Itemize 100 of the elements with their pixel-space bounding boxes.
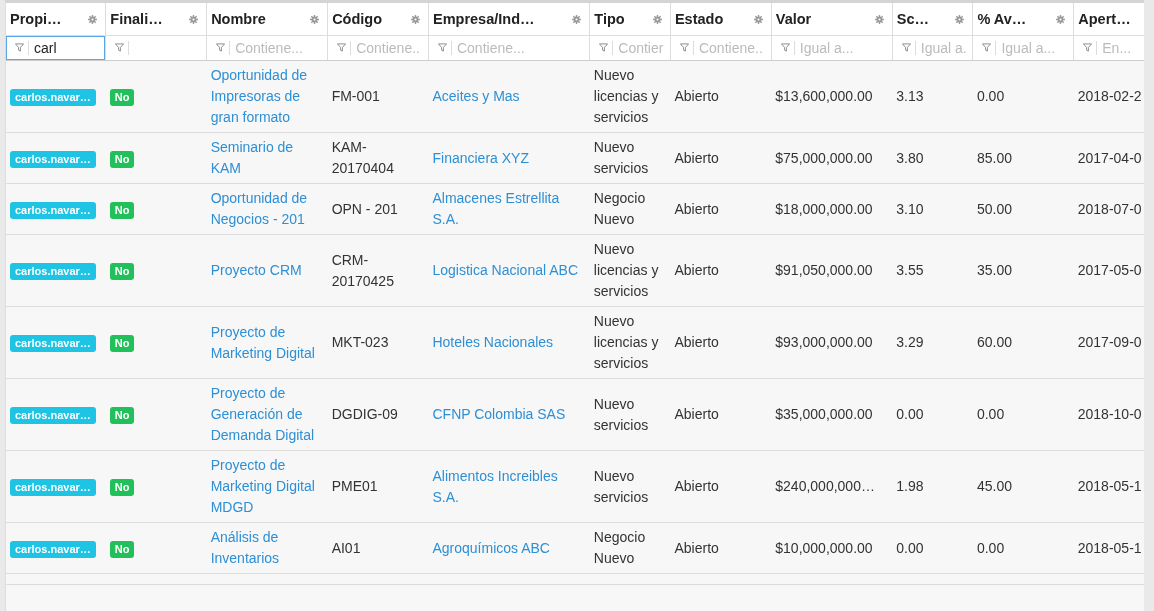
table-cell-text: $10,000,000.00 [775, 538, 874, 558]
table-cell-text: $18,000,000.00 [775, 199, 874, 219]
company-link[interactable]: Aceites y Mas [432, 86, 586, 107]
gear-icon[interactable] [88, 14, 98, 24]
owner-tag: carlos.navar… [10, 150, 96, 168]
filter-icon[interactable] [679, 43, 689, 52]
filter-icon[interactable] [115, 43, 125, 52]
table-cell-text: Abierto [674, 477, 720, 496]
table-cell-text: 0.00 [976, 87, 1006, 106]
status-tag: No [109, 263, 135, 280]
table-cell-text: 2017-04-0 [1077, 148, 1143, 168]
gear-icon[interactable] [572, 14, 582, 24]
owner-tag: carlos.navar… [10, 407, 96, 424]
column-header[interactable]: Finali… [105, 3, 207, 36]
table-cell-text: 0.00 [976, 538, 1006, 558]
table-cell-text: $13,600,000.00 [775, 87, 874, 106]
gear-icon[interactable] [410, 14, 420, 24]
name-link[interactable]: Proyecto de Marketing Digital MDGD [210, 455, 324, 518]
filter-icon[interactable] [437, 43, 447, 52]
filter-icon[interactable] [15, 43, 24, 52]
filter-icon[interactable] [780, 43, 790, 52]
table-cell-text: Abierto [674, 87, 720, 106]
gear-icon[interactable] [955, 14, 965, 24]
table-cell-text: $35,000,000.00 [775, 405, 874, 424]
column-header[interactable]: Apert… [1073, 3, 1144, 36]
company-link[interactable]: Almacenes Estrellita S.A. [432, 188, 586, 230]
company-link[interactable]: Financiera XYZ [432, 147, 586, 169]
table-cell-text: DGDIG-09 [331, 405, 399, 424]
name-link[interactable]: Proyecto de Marketing Digital [210, 321, 324, 364]
table-cell-text: 2017-09-0 [1077, 333, 1143, 352]
name-link[interactable]: Oportunidad de Impresoras de gran formato [210, 65, 324, 128]
column-header[interactable]: Código [327, 3, 429, 36]
filter-icon[interactable] [901, 43, 911, 52]
company-link[interactable]: CFNP Colombia SAS [432, 404, 586, 425]
gear-icon[interactable] [310, 14, 320, 24]
company-link[interactable]: Hoteles Nacionales [432, 332, 586, 353]
table-cell-text: Nuevo servicios [593, 466, 650, 507]
owner-tag: carlos.navar… [10, 201, 96, 219]
table-cell-text: Negocio Nuevo [593, 528, 647, 568]
table-cell-text: Nuevo licencias y servicios [593, 240, 660, 301]
status-tag: No [109, 479, 135, 496]
name-link[interactable]: Análisis de Inventarios [210, 527, 324, 569]
table-cell-text: 45.00 [976, 477, 1013, 496]
table-cell-text: Negocio Nuevo [593, 189, 647, 229]
owner-tag: carlos.navar… [10, 263, 96, 280]
name-link[interactable]: Oportunidad de Negocios - 201 [210, 188, 324, 230]
column-header[interactable]: Propi… [6, 3, 106, 36]
table-cell-text: Nuevo servicios [593, 138, 650, 178]
filter-icon[interactable] [982, 43, 992, 52]
table-cell-text: Abierto [674, 333, 720, 352]
filter-icon[interactable] [337, 43, 347, 52]
table-cell-text: 2018-02-2 [1077, 87, 1143, 106]
gear-icon[interactable] [189, 14, 199, 24]
gear-icon[interactable] [874, 14, 884, 24]
status-tag: No [109, 335, 135, 352]
table-cell-text: $75,000,000.00 [775, 148, 874, 168]
table-cell-text: 85.00 [976, 148, 1013, 168]
filter-icon[interactable] [216, 43, 226, 52]
table-cell-text: 35.00 [976, 261, 1013, 280]
table-cell-text: 2018-07-0 [1077, 199, 1143, 219]
column-header[interactable]: Valor [771, 3, 893, 36]
table-cell-text: 0.00 [896, 538, 925, 558]
company-link[interactable]: Alimentos Increibles S.A. [432, 465, 586, 508]
table-cell-text: Abierto [674, 199, 720, 219]
name-link[interactable]: Proyecto CRM [210, 260, 324, 281]
table-cell-text: $240,000,000… [775, 477, 876, 496]
status-tag: No [109, 407, 135, 424]
gear-icon[interactable] [652, 14, 662, 24]
filter-field[interactable]: carl [6, 36, 106, 60]
company-link[interactable]: Logistica Nacional ABC [432, 260, 586, 281]
column-header[interactable]: Empresa/Ind… [428, 3, 590, 36]
company-link[interactable]: Agroquímicos ABC [432, 537, 586, 559]
table-cell-text: 0.00 [896, 405, 925, 424]
table-cell-text: Nuevo licencias y servicios [593, 66, 660, 127]
name-link[interactable]: Seminario de KAM [210, 137, 324, 179]
table-cell-text: PME01 [331, 477, 379, 496]
column-header[interactable]: % Av… [972, 3, 1074, 36]
table-cell-text: Abierto [674, 405, 720, 424]
column-header[interactable]: Sc… [892, 3, 973, 36]
filter-icon[interactable] [599, 43, 609, 52]
column-header[interactable]: Tipo [589, 3, 671, 36]
table-cell-text: Abierto [674, 538, 720, 558]
table-cell-text: 2018-05-1 [1077, 538, 1143, 558]
filter-icon[interactable] [1083, 43, 1093, 52]
table-cell-text: CRM-20170425 [331, 250, 395, 291]
table-cell-text: FM-001 [331, 87, 381, 106]
status-tag: No [109, 540, 135, 558]
table-cell-text: Abierto [674, 148, 720, 168]
column-header[interactable]: Estado [670, 3, 772, 36]
status-tag: No [109, 201, 135, 219]
gear-icon[interactable] [753, 14, 763, 24]
table-cell-text: 3.80 [896, 148, 925, 168]
name-link[interactable]: Proyecto de Generación de Demanda Digital [210, 383, 324, 446]
table-cell-text: 3.55 [896, 261, 925, 280]
status-tag: No [109, 89, 135, 106]
table-cell-text: 50.00 [976, 199, 1013, 219]
table-cell-text: 3.29 [896, 333, 925, 352]
table-cell-text: AI01 [331, 538, 362, 558]
gear-icon[interactable] [1056, 14, 1066, 24]
column-header[interactable]: Nombre [206, 3, 328, 36]
